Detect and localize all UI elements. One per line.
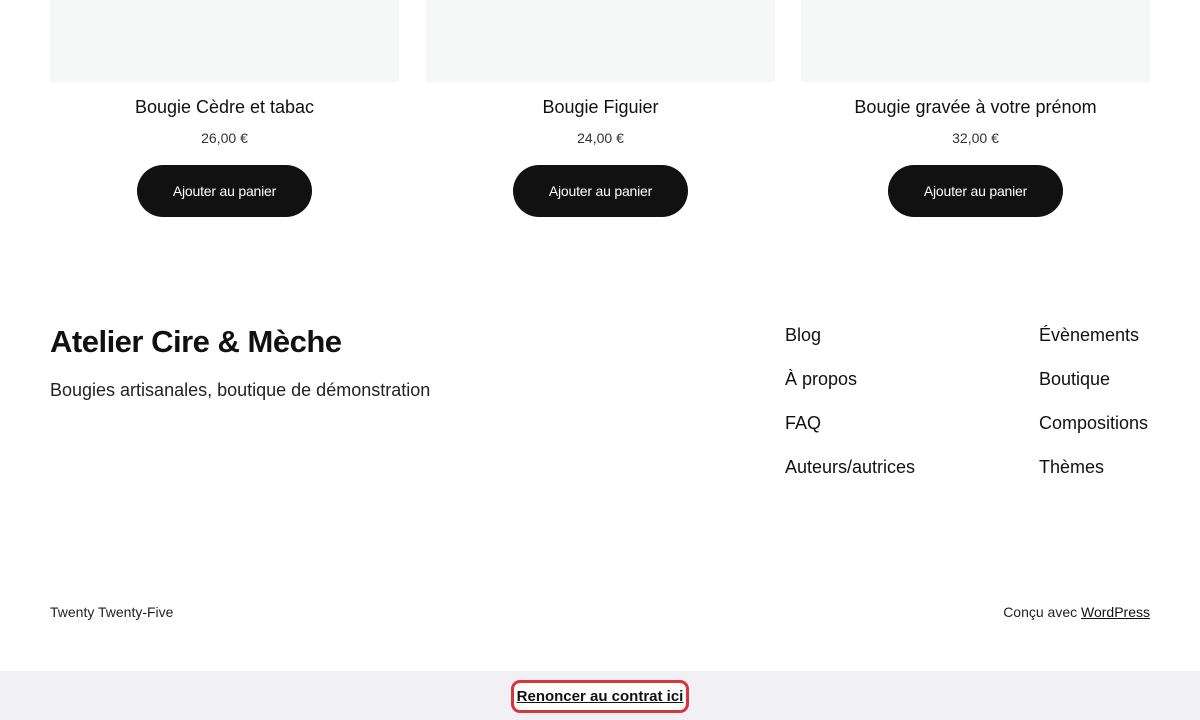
- product-title[interactable]: Bougie gravée à votre prénom: [801, 96, 1150, 118]
- footer-link-compositions[interactable]: Compositions: [1039, 411, 1148, 455]
- product-price: 26,00 €: [201, 130, 248, 146]
- product-image[interactable]: [426, 0, 775, 82]
- footer-nav-primary: Blog À propos FAQ Auteurs/autrices: [785, 323, 915, 499]
- theme-credit: Twenty Twenty-Five: [50, 604, 174, 620]
- product-card: Bougie Figuier 24,00 € Ajouter au panier: [426, 0, 775, 217]
- footer-nav-secondary: Évènements Boutique Compositions Thèmes: [1039, 323, 1148, 499]
- footer-link-authors[interactable]: Auteurs/autrices: [785, 455, 915, 499]
- footer-link-events[interactable]: Évènements: [1039, 323, 1148, 367]
- product-card: Bougie gravée à votre prénom 32,00 € Ajo…: [801, 0, 1150, 217]
- product-title[interactable]: Bougie Cèdre et tabac: [50, 96, 399, 118]
- designed-with-credit: Conçu avec WordPress: [1003, 603, 1150, 621]
- site-tagline: Bougies artisanales, boutique de démonst…: [50, 380, 431, 400]
- product-image[interactable]: [801, 0, 1150, 82]
- product-price: 32,00 €: [952, 130, 999, 146]
- add-to-cart-button[interactable]: Ajouter au panier: [136, 165, 313, 217]
- add-to-cart-button[interactable]: Ajouter au panier: [512, 165, 689, 217]
- footer-link-faq[interactable]: FAQ: [785, 411, 915, 455]
- product-price: 24,00 €: [577, 130, 624, 146]
- footer-link-shop[interactable]: Boutique: [1039, 367, 1148, 411]
- footer-link-about[interactable]: À propos: [785, 367, 915, 411]
- product-image[interactable]: [50, 0, 399, 82]
- designed-with-text: Conçu avec: [1003, 604, 1082, 620]
- withdraw-contract-link[interactable]: Renoncer au contrat ici: [511, 680, 689, 713]
- add-to-cart-button[interactable]: Ajouter au panier: [887, 165, 1064, 217]
- product-card: Bougie Cèdre et tabac 26,00 € Ajouter au…: [50, 0, 399, 217]
- footer-link-blog[interactable]: Blog: [785, 323, 915, 367]
- footer-link-themes[interactable]: Thèmes: [1039, 455, 1148, 499]
- product-title[interactable]: Bougie Figuier: [426, 96, 775, 118]
- site-title[interactable]: Atelier Cire & Mèche: [50, 322, 342, 362]
- product-grid: Bougie Cèdre et tabac 26,00 € Ajouter au…: [50, 0, 1150, 230]
- wordpress-link[interactable]: WordPress: [1081, 604, 1150, 620]
